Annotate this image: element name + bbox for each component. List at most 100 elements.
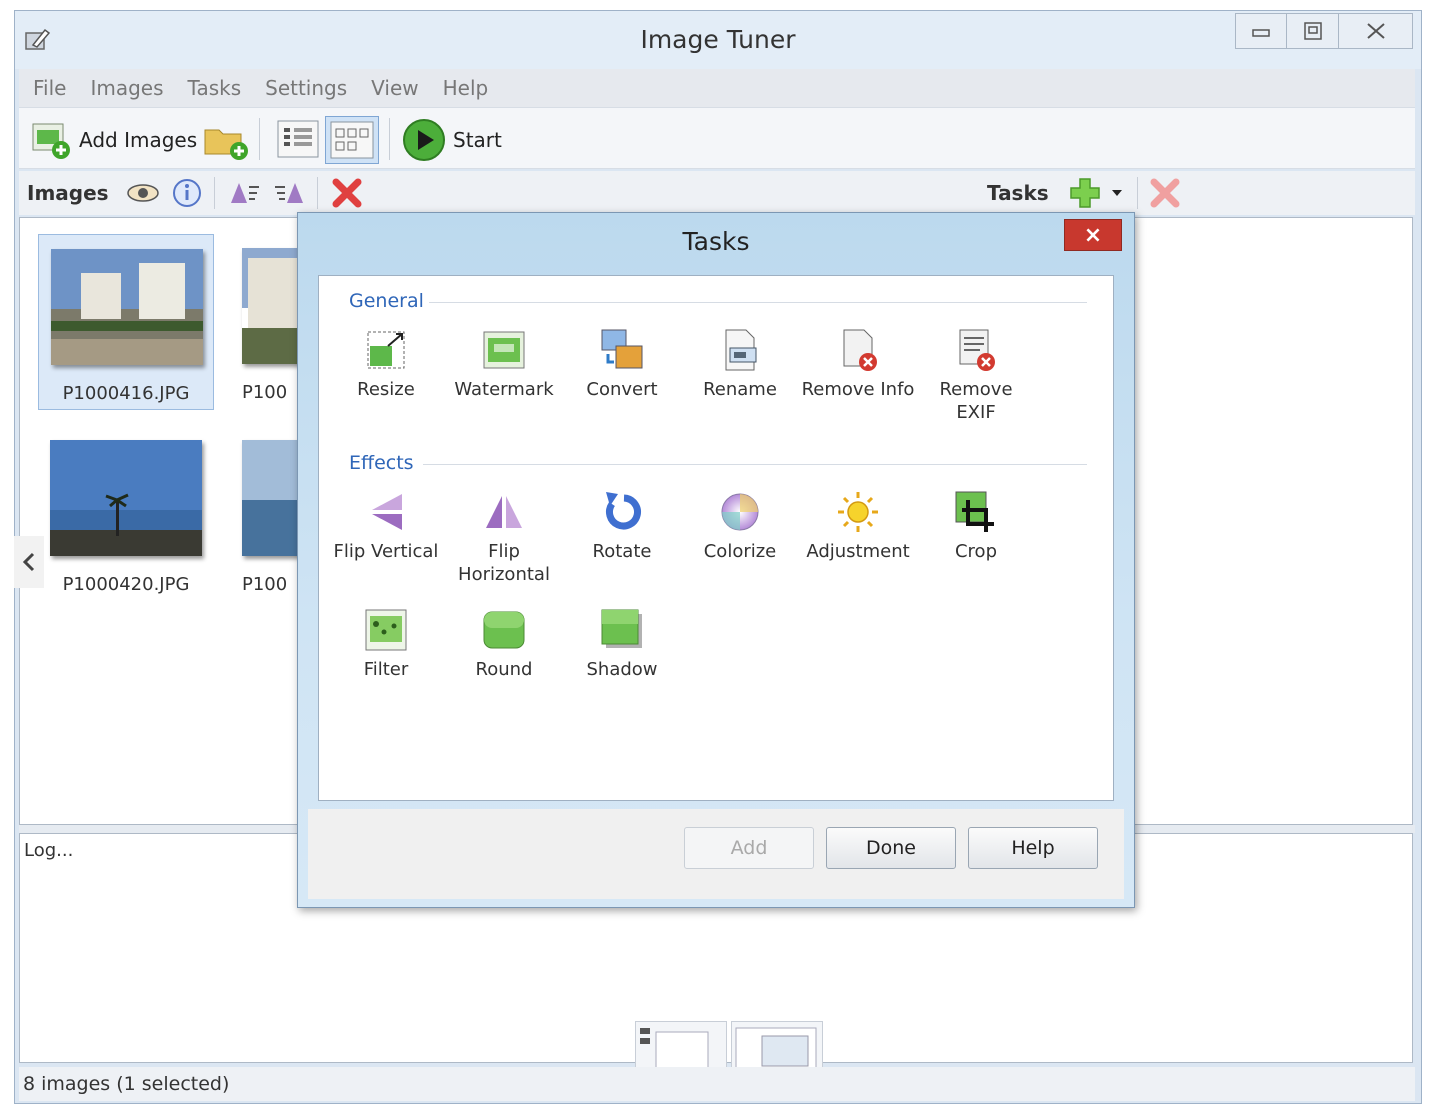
- task-label: Flip Vertical: [333, 541, 439, 562]
- add-images-button[interactable]: Add Images: [31, 120, 197, 160]
- menu-tasks[interactable]: Tasks: [188, 76, 242, 100]
- window-title: Image Tuner: [640, 25, 796, 54]
- task-round[interactable]: Round: [445, 606, 563, 681]
- photo-thumbnail: [242, 440, 300, 556]
- task-label: Rename: [703, 379, 777, 400]
- menu-view[interactable]: View: [371, 76, 418, 100]
- thumbnail-view-icon: [330, 121, 374, 159]
- task-label: Shadow: [586, 659, 658, 680]
- task-watermark[interactable]: Watermark: [445, 326, 563, 401]
- task-remove-info[interactable]: Remove Info: [799, 326, 917, 401]
- images-section-label: Images: [27, 181, 109, 205]
- restore-icon: [1303, 22, 1322, 40]
- task-convert[interactable]: Convert: [563, 326, 681, 401]
- task-rotate[interactable]: Rotate: [563, 488, 681, 563]
- image-thumbnail[interactable]: P1000420.JPG: [38, 426, 214, 602]
- window-controls: [1235, 13, 1413, 49]
- maximize-button[interactable]: [1287, 13, 1339, 49]
- tasks-dialog: Tasks × General Resize Watermark Convert: [297, 212, 1135, 908]
- toolbar-separator: [317, 177, 318, 209]
- sort-descending-icon[interactable]: [273, 179, 307, 207]
- preview-eye-icon[interactable]: [125, 179, 161, 207]
- group-heading-label: Effects: [349, 452, 414, 474]
- task-colorize[interactable]: Colorize: [681, 488, 799, 563]
- dialog-title: Tasks: [682, 227, 750, 256]
- menu-images[interactable]: Images: [90, 76, 163, 100]
- colorize-icon: [721, 493, 759, 531]
- adjustment-icon: [838, 492, 878, 532]
- add-task-icon[interactable]: [1067, 175, 1103, 211]
- previous-arrow-button[interactable]: [14, 536, 44, 588]
- menu-bar: File Images Tasks Settings View Help: [19, 69, 1415, 107]
- add-folder-button[interactable]: [201, 120, 249, 160]
- task-adjustment[interactable]: Adjustment: [799, 488, 917, 563]
- play-icon: [403, 119, 445, 161]
- crop-icon: [955, 491, 994, 532]
- add-folder-icon: [204, 129, 248, 160]
- toolbar-separator: [259, 118, 260, 160]
- round-icon: [483, 611, 525, 649]
- image-thumbnail[interactable]: P1000416.JPG: [38, 234, 214, 410]
- task-shadow[interactable]: Shadow: [563, 606, 681, 681]
- group-divider: [429, 302, 1087, 303]
- task-crop[interactable]: Crop: [917, 488, 1035, 563]
- add-images-label: Add Images: [79, 128, 198, 152]
- start-button[interactable]: Start: [401, 118, 502, 162]
- status-text: 8 images (1 selected): [23, 1073, 230, 1095]
- task-label: Colorize: [703, 541, 777, 562]
- task-label: Watermark: [454, 379, 554, 400]
- dialog-close-button[interactable]: ×: [1064, 219, 1122, 251]
- task-label: Remove Info: [801, 379, 915, 400]
- menu-settings[interactable]: Settings: [265, 76, 347, 100]
- menu-file[interactable]: File: [33, 76, 66, 100]
- task-remove-exif[interactable]: Remove EXIF: [917, 326, 1035, 424]
- toolbar-separator: [214, 177, 215, 209]
- task-flip-horizontal[interactable]: Flip Horizontal: [445, 488, 563, 586]
- task-resize[interactable]: Resize: [327, 326, 445, 401]
- task-flip-vertical[interactable]: Flip Vertical: [327, 488, 445, 563]
- task-rename[interactable]: Rename: [681, 326, 799, 401]
- image-thumbnail[interactable]: P100: [230, 426, 300, 602]
- rotate-icon: [606, 492, 641, 530]
- status-bar: 8 images (1 selected): [19, 1067, 1415, 1101]
- task-label: Convert: [586, 379, 658, 400]
- remove-task-icon[interactable]: [1149, 177, 1181, 209]
- window-close-button[interactable]: [1339, 13, 1413, 49]
- task-label: Resize: [357, 379, 415, 400]
- photo-thumbnail: [242, 248, 300, 364]
- image-thumbnail[interactable]: P100: [230, 234, 300, 410]
- thumbnail-caption: P100: [242, 382, 288, 403]
- list-view-icon: [277, 120, 319, 158]
- minimize-button[interactable]: [1235, 13, 1287, 49]
- add-button[interactable]: Add: [684, 827, 814, 869]
- task-label: Remove EXIF: [939, 379, 1013, 423]
- done-button[interactable]: Done: [826, 827, 956, 869]
- watermark-icon: [483, 331, 525, 369]
- task-filter[interactable]: Filter: [327, 606, 445, 681]
- remove-exif-icon: [959, 329, 995, 371]
- remove-image-icon[interactable]: [331, 177, 363, 209]
- photo-thumbnail: [50, 440, 202, 556]
- info-icon[interactable]: [171, 177, 203, 209]
- thumbnail-view-button[interactable]: [325, 116, 379, 164]
- dialog-footer: Add Done Help: [308, 809, 1124, 899]
- task-label: Round: [475, 659, 533, 680]
- chevron-left-icon: [22, 552, 35, 572]
- thumbnail-caption: P1000416.JPG: [62, 383, 190, 404]
- chevron-down-icon[interactable]: [1109, 185, 1125, 201]
- group-heading-label: General: [349, 290, 424, 312]
- images-header-bar: Images Tasks: [19, 171, 1415, 215]
- tasks-panel: General Resize Watermark Convert Rename …: [318, 275, 1114, 801]
- thumbnail-caption: P1000420.JPG: [62, 574, 190, 595]
- photo-thumbnail: [51, 249, 203, 365]
- list-view-button[interactable]: [275, 118, 321, 160]
- log-text: Log...: [24, 840, 74, 861]
- task-label: Flip Horizontal: [458, 541, 550, 585]
- shadow-icon: [601, 609, 642, 648]
- close-icon: [1366, 23, 1385, 39]
- add-images-icon: [32, 123, 70, 159]
- group-divider: [423, 464, 1087, 465]
- help-button[interactable]: Help: [968, 827, 1098, 869]
- menu-help[interactable]: Help: [443, 76, 489, 100]
- sort-ascending-icon[interactable]: [227, 179, 261, 207]
